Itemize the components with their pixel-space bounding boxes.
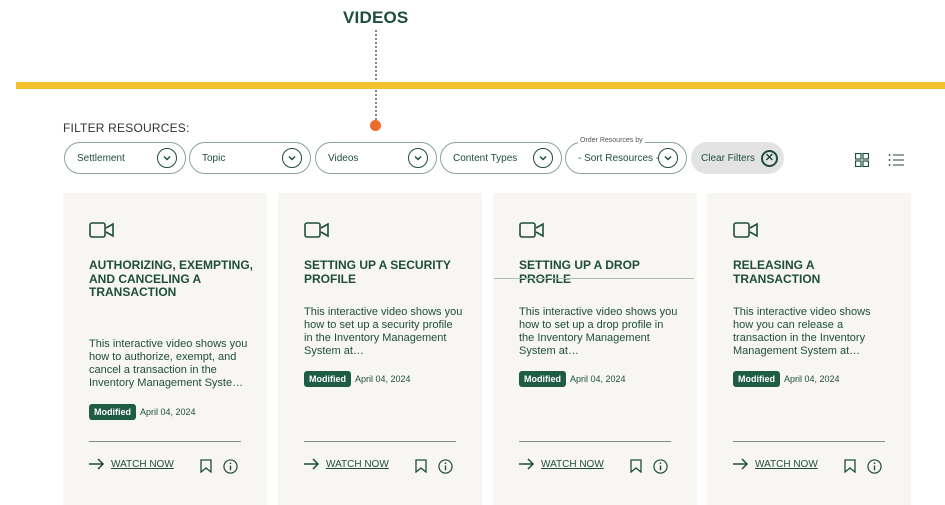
card-divider bbox=[519, 441, 671, 442]
dropdown-value: Settlement bbox=[77, 152, 125, 164]
resource-card[interactable]: SETTING UP A SECURITY PROFILE This inter… bbox=[278, 193, 482, 505]
watch-now-link[interactable]: WATCH NOW bbox=[89, 458, 174, 470]
hover-divider-line bbox=[494, 278, 694, 279]
card-description: This interactive video shows you how to … bbox=[519, 306, 678, 357]
card-title[interactable]: AUTHORIZING, EXEMPTING, AND CANCELING A … bbox=[89, 258, 259, 300]
topic-dropdown[interactable]: Topic bbox=[189, 142, 311, 174]
video-camera-icon bbox=[733, 222, 758, 238]
accent-bar bbox=[16, 82, 945, 89]
card-meta: Modified April 04, 2024 bbox=[89, 404, 196, 420]
bookmark-icon[interactable] bbox=[200, 459, 212, 473]
arrow-right-icon bbox=[89, 458, 105, 470]
card-divider bbox=[733, 441, 885, 442]
chevron-down-icon bbox=[658, 148, 678, 168]
filter-resources-label: FILTER RESOURCES: bbox=[63, 121, 190, 135]
modified-badge: Modified bbox=[519, 371, 566, 387]
annotation-dotted-line bbox=[375, 30, 377, 120]
resource-card[interactable]: RELEASING A TRANSACTION This interactive… bbox=[707, 193, 911, 505]
card-title[interactable]: SETTING UP A SECURITY PROFILE bbox=[304, 258, 474, 286]
bookmark-icon[interactable] bbox=[415, 459, 427, 473]
video-camera-icon bbox=[519, 222, 544, 238]
chevron-down-icon bbox=[408, 148, 428, 168]
close-circle-icon: ✕ bbox=[760, 149, 778, 167]
dropdown-value: Topic bbox=[202, 152, 226, 164]
videos-dropdown[interactable]: Videos bbox=[315, 142, 437, 174]
card-description: This interactive video shows you how to … bbox=[89, 338, 248, 389]
watch-now-link[interactable]: WATCH NOW bbox=[733, 458, 818, 470]
info-icon[interactable] bbox=[438, 459, 453, 474]
info-icon[interactable] bbox=[653, 459, 668, 474]
card-meta: Modified April 04, 2024 bbox=[519, 371, 626, 387]
bookmark-icon[interactable] bbox=[844, 459, 856, 473]
sort-resources-dropdown[interactable]: Order Resources by - Sort Resources - bbox=[565, 137, 687, 174]
clear-filters-label: Clear Filters bbox=[701, 152, 755, 164]
card-description: This interactive video shows you how to … bbox=[304, 306, 463, 357]
arrow-right-icon bbox=[733, 458, 749, 470]
watch-now-label[interactable]: WATCH NOW bbox=[326, 459, 389, 470]
bookmark-icon[interactable] bbox=[630, 459, 642, 473]
arrow-right-icon bbox=[519, 458, 535, 470]
watch-now-label[interactable]: WATCH NOW bbox=[541, 459, 604, 470]
info-icon[interactable] bbox=[867, 459, 882, 474]
annotation-marker-dot bbox=[370, 120, 381, 131]
chevron-down-icon bbox=[157, 148, 177, 168]
card-divider bbox=[304, 441, 456, 442]
modified-badge: Modified bbox=[89, 404, 136, 420]
resource-card[interactable]: SETTING UP A DROP PROFILE This interacti… bbox=[493, 193, 697, 505]
card-divider bbox=[89, 441, 241, 442]
chevron-down-icon bbox=[282, 148, 302, 168]
clear-filters-button[interactable]: Clear Filters ✕ bbox=[691, 142, 784, 174]
grid-view-icon[interactable] bbox=[855, 153, 869, 167]
modified-date: April 04, 2024 bbox=[784, 374, 840, 384]
dropdown-value: Content Types bbox=[453, 152, 518, 164]
resource-card[interactable]: AUTHORIZING, EXEMPTING, AND CANCELING A … bbox=[63, 193, 267, 505]
card-meta: Modified April 04, 2024 bbox=[304, 371, 411, 387]
card-title[interactable]: SETTING UP A DROP PROFILE bbox=[519, 258, 689, 286]
video-camera-icon bbox=[304, 222, 329, 238]
modified-date: April 04, 2024 bbox=[140, 407, 196, 417]
modified-date: April 04, 2024 bbox=[570, 374, 626, 384]
arrow-right-icon bbox=[304, 458, 320, 470]
dropdown-value: - Sort Resources - bbox=[578, 152, 658, 164]
modified-badge: Modified bbox=[733, 371, 780, 387]
video-camera-icon bbox=[89, 222, 114, 238]
chevron-down-icon bbox=[533, 148, 553, 168]
dropdown-value: Videos bbox=[328, 152, 359, 164]
annotation-label: VIDEOS bbox=[343, 8, 409, 27]
watch-now-label[interactable]: WATCH NOW bbox=[111, 459, 174, 470]
card-description: This interactive video shows how you can… bbox=[733, 306, 871, 357]
settlement-dropdown[interactable]: Settlement bbox=[64, 142, 186, 174]
card-title[interactable]: RELEASING A TRANSACTION bbox=[733, 258, 903, 286]
info-icon[interactable] bbox=[223, 459, 238, 474]
watch-now-link[interactable]: WATCH NOW bbox=[519, 458, 604, 470]
modified-date: April 04, 2024 bbox=[355, 374, 411, 384]
watch-now-link[interactable]: WATCH NOW bbox=[304, 458, 389, 470]
content-types-dropdown[interactable]: Content Types bbox=[440, 142, 562, 174]
watch-now-label[interactable]: WATCH NOW bbox=[755, 459, 818, 470]
modified-badge: Modified bbox=[304, 371, 351, 387]
list-view-icon[interactable] bbox=[888, 153, 904, 167]
sort-legend: Order Resources by bbox=[578, 137, 645, 144]
card-meta: Modified April 04, 2024 bbox=[733, 371, 840, 387]
